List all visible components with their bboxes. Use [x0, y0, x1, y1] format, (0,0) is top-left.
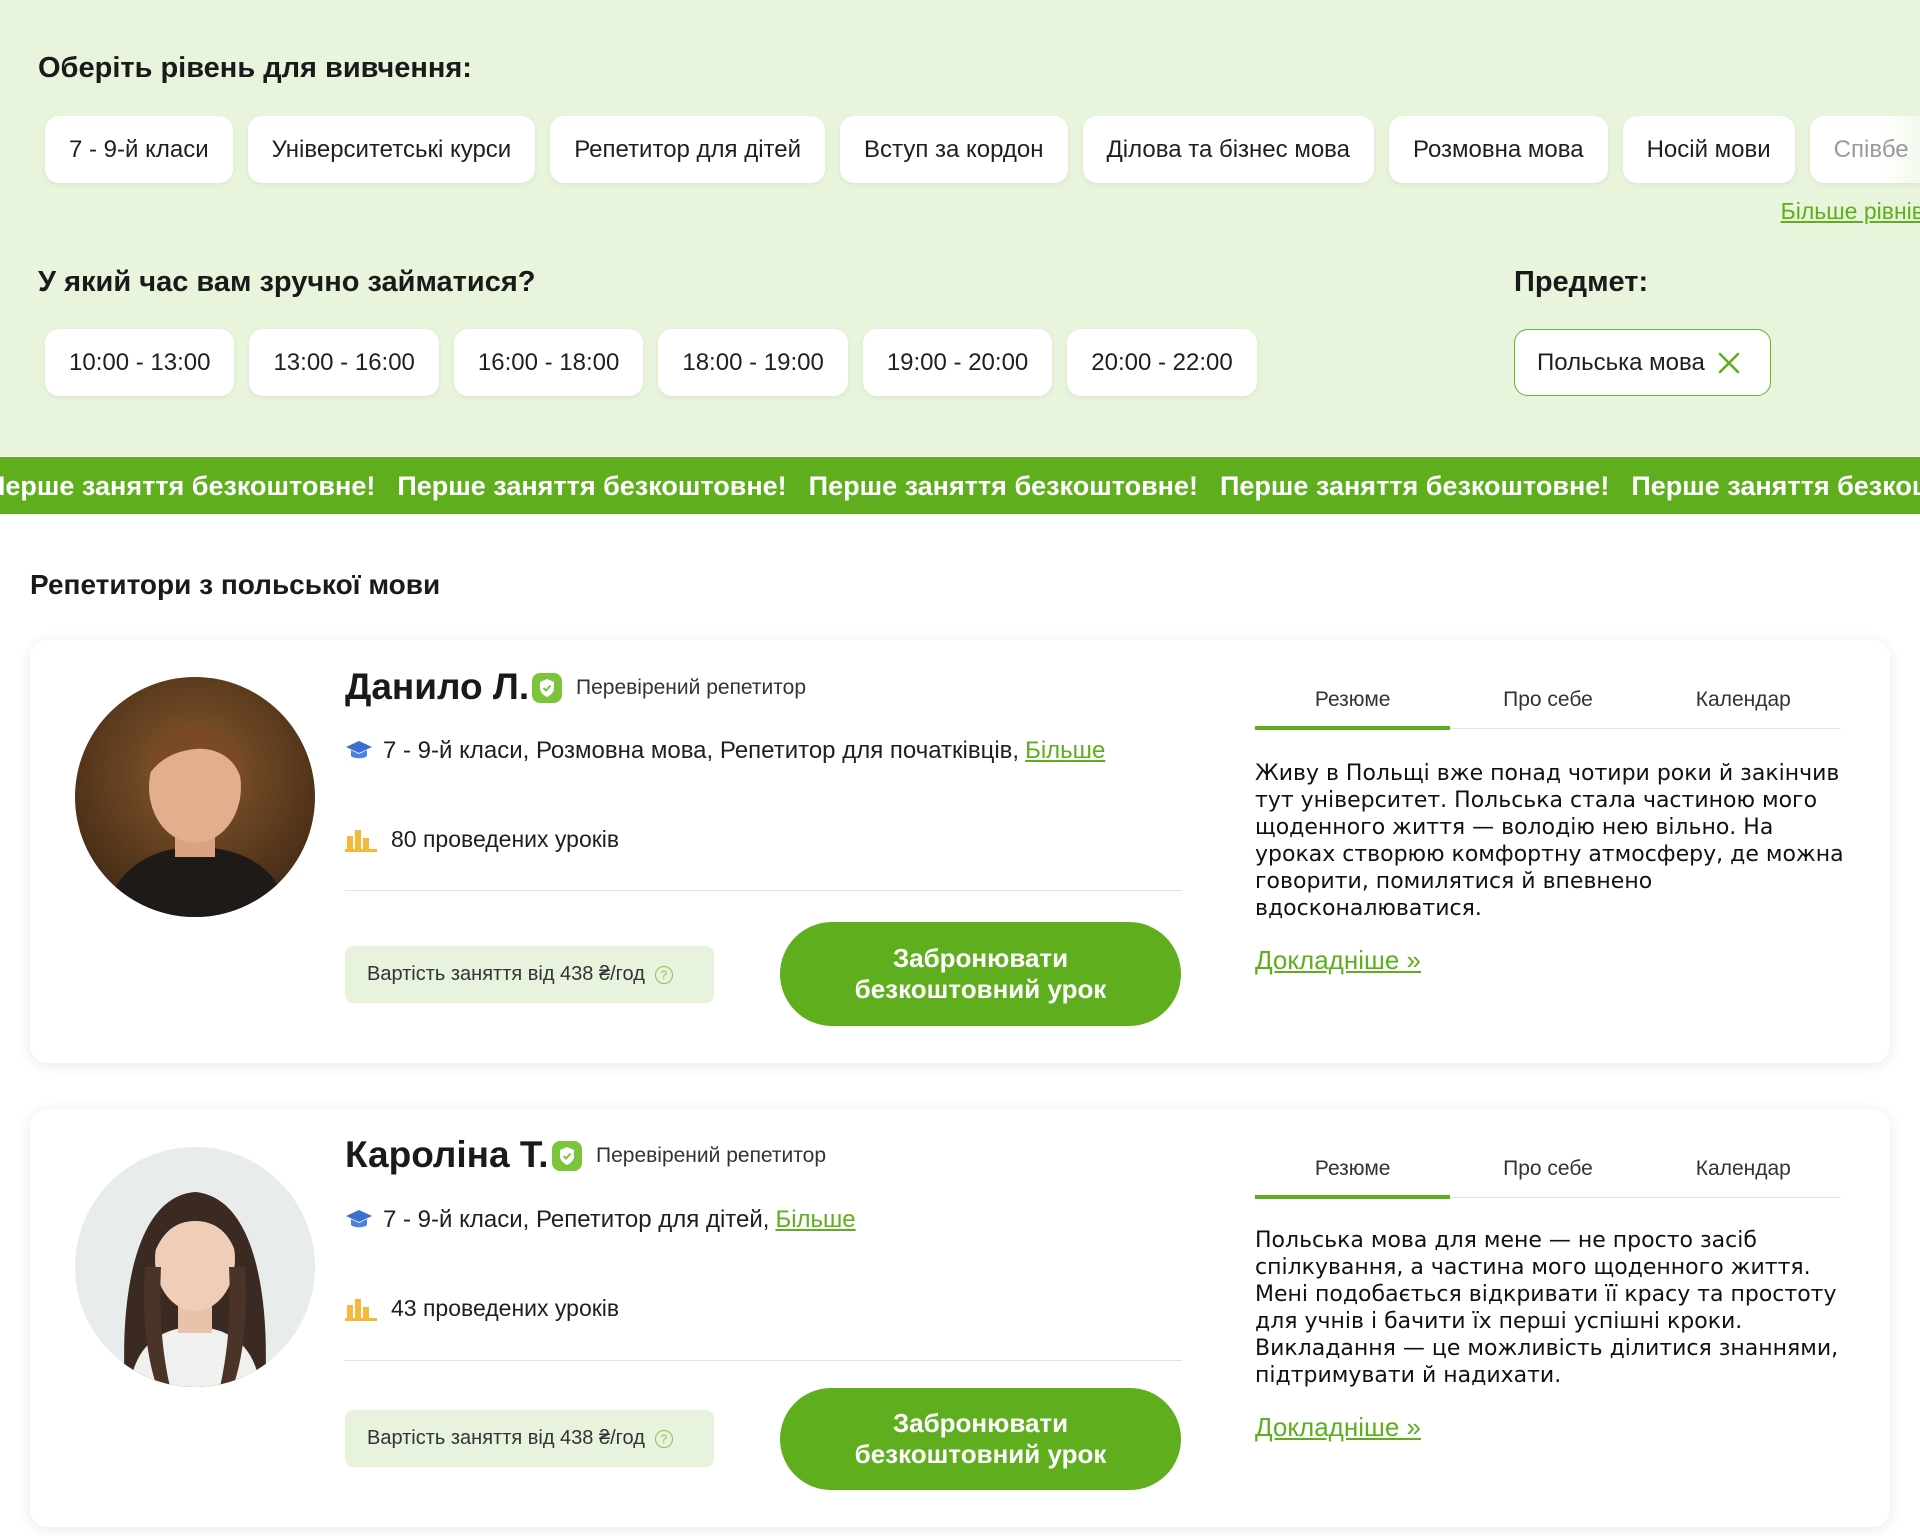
tab-calendar[interactable]: Календар — [1646, 682, 1841, 728]
level-heading: Оберіть рівень для вивчення: — [38, 52, 472, 84]
close-icon[interactable] — [1716, 350, 1742, 376]
promo-text: Перше заняття безкоштовне! — [397, 471, 787, 501]
promo-banner: Перше заняття безкоштовне! Перше заняття… — [0, 457, 1920, 514]
help-icon[interactable]: ? — [654, 1429, 673, 1448]
help-icon[interactable]: ? — [654, 965, 673, 984]
book-free-lesson-button[interactable]: Забронювати безкоштовний урок — [780, 1388, 1181, 1490]
verified-badge: Перевірений репетитор — [532, 673, 806, 703]
subject-chip[interactable]: Польська мова — [1514, 329, 1771, 396]
details-link[interactable]: Докладніше » — [1255, 1412, 1421, 1443]
tutor-card: Данило Л. Перевірений репетитор 7 - 9-й … — [30, 640, 1890, 1063]
time-chip[interactable]: 16:00 - 18:00 — [453, 329, 644, 396]
section-title: Репетитори з польської мови — [30, 569, 441, 600]
tab-resume[interactable]: Резюме — [1255, 682, 1451, 730]
bar-chart-icon — [345, 1298, 377, 1321]
tutor-levels: 7 - 9-й класи, Розмовна мова, Репетитор … — [345, 737, 1105, 765]
promo-text: Перше заняття безкоштовне! — [1219, 471, 1610, 501]
graduation-cap-icon — [346, 741, 372, 759]
lessons-count: 43 проведених уроків — [345, 1295, 619, 1322]
level-chip-interview[interactable]: Співбе — [1809, 116, 1920, 183]
level-chip-grades-7-9[interactable]: 7 - 9-й класи — [45, 116, 233, 183]
subject-value: Польська мова — [1537, 348, 1705, 376]
filters-panel: Оберіть рівень для вивчення: 7 - 9-й кла… — [0, 0, 1920, 456]
tutor-about: Польська мова для мене — не просто засіб… — [1255, 1228, 1839, 1388]
tutor-name[interactable]: Кароліна Т. — [345, 1134, 549, 1176]
subject-heading: Предмет: — [1514, 266, 1649, 298]
lessons-text: 43 проведених уроків — [391, 1295, 620, 1321]
details-link[interactable]: Докладніше » — [1255, 945, 1421, 976]
promo-text: Перше заняття безкоштовне! — [1631, 471, 1920, 501]
levels-text: 7 - 9-й класи, Розмовна мова, Репетитор … — [383, 737, 1020, 764]
level-chip-abroad[interactable]: Вступ за кордон — [840, 116, 1068, 183]
tutor-card: Кароліна Т. Перевірений репетитор 7 - 9-… — [30, 1109, 1890, 1527]
info-tabs: Резюме Про себе Календар — [1255, 1151, 1841, 1199]
time-chip[interactable]: 10:00 - 13:00 — [45, 329, 235, 396]
shield-check-icon — [552, 1141, 582, 1171]
divider — [345, 890, 1182, 891]
tab-resume[interactable]: Резюме — [1255, 1151, 1451, 1199]
more-levels-link[interactable]: Більше — [775, 1206, 855, 1234]
verified-badge: Перевірений репетитор — [552, 1141, 826, 1171]
shield-check-icon — [532, 673, 562, 703]
info-tabs: Резюме Про себе Календар — [1255, 682, 1841, 730]
lessons-count: 80 проведених уроків — [345, 826, 619, 853]
time-chip[interactable]: 13:00 - 16:00 — [249, 329, 439, 396]
time-heading: У який час вам зручно займатися? — [38, 266, 536, 298]
price-text: Вартість заняття від 438 ₴/год — [367, 963, 645, 985]
level-chip-native[interactable]: Носій мови — [1622, 116, 1795, 183]
verified-label: Перевірений репетитор — [596, 1144, 827, 1167]
tab-calendar[interactable]: Календар — [1646, 1151, 1841, 1197]
time-chips: 10:00 - 13:00 13:00 - 16:00 16:00 - 18:0… — [45, 329, 1272, 396]
bar-chart-icon — [345, 829, 377, 852]
time-chip[interactable]: 20:00 - 22:00 — [1067, 329, 1257, 396]
more-levels-link[interactable]: Більше — [1025, 737, 1105, 765]
time-chip[interactable]: 19:00 - 20:00 — [862, 329, 1053, 396]
avatar — [75, 677, 315, 917]
price-text: Вартість заняття від 438 ₴/год — [367, 1427, 645, 1449]
divider — [345, 1360, 1182, 1361]
price-badge: Вартість заняття від 438 ₴/год ? — [345, 1410, 714, 1467]
promo-text: Перше заняття безкоштовне! — [808, 471, 1198, 501]
level-chip-kids[interactable]: Репетитор для дітей — [550, 116, 826, 183]
tab-about[interactable]: Про себе — [1450, 1151, 1645, 1197]
time-chip[interactable]: 18:00 - 19:00 — [658, 329, 848, 396]
avatar — [75, 1147, 315, 1387]
book-free-lesson-button[interactable]: Забронювати безкоштовний урок — [780, 922, 1181, 1026]
lessons-text: 80 проведених уроків — [391, 826, 620, 852]
level-chips: 7 - 9-й класи Університетські курси Репе… — [45, 116, 1920, 183]
level-chip-university[interactable]: Університетські курси — [247, 116, 536, 183]
tab-about[interactable]: Про себе — [1450, 682, 1645, 728]
tutor-levels: 7 - 9-й класи, Репетитор для дітей, Біль… — [345, 1206, 856, 1234]
tutor-name[interactable]: Данило Л. — [345, 666, 529, 708]
tutor-about: Живу в Польщі вже понад чотири роки й за… — [1255, 761, 1844, 921]
level-chip-conversational[interactable]: Розмовна мова — [1389, 116, 1608, 183]
promo-text: Перше заняття безкоштовне! — [0, 471, 376, 501]
levels-text: 7 - 9-й класи, Репетитор для дітей, — [383, 1206, 770, 1233]
graduation-cap-icon — [346, 1210, 372, 1228]
verified-label: Перевірений репетитор — [576, 676, 807, 699]
more-levels-link[interactable]: Більше рівнів — [1781, 198, 1920, 225]
price-badge: Вартість заняття від 438 ₴/год ? — [345, 946, 714, 1003]
level-chip-business[interactable]: Ділова та бізнес мова — [1082, 116, 1374, 183]
